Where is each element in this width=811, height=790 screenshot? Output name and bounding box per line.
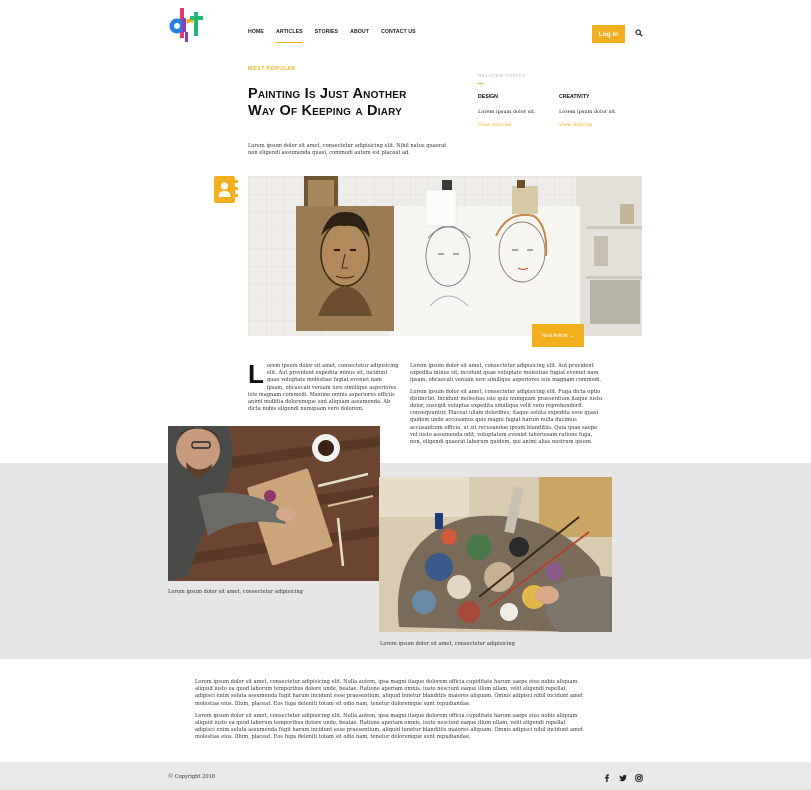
next-article-button[interactable]: Next Article →	[532, 324, 584, 347]
gallery-photo-palette[interactable]	[379, 477, 612, 632]
login-button[interactable]: Log In	[592, 25, 625, 43]
nav-contact-us[interactable]: CONTACT US	[381, 29, 416, 35]
twitter-icon[interactable]	[619, 774, 627, 782]
drop-cap: L	[248, 359, 264, 389]
instagram-icon[interactable]	[635, 774, 643, 782]
body-paragraph: Lorem ipsum dolor sit amet, consectetur …	[410, 388, 602, 446]
topic-desc: Lorem ipsum dolor sit.	[478, 109, 536, 115]
accent-divider	[478, 83, 483, 85]
nav-about[interactable]: ABOUT	[350, 29, 369, 35]
gallery-photo-sketching[interactable]	[168, 426, 380, 581]
contact-book-icon[interactable]	[214, 176, 238, 203]
nav-stories[interactable]: STORIES	[315, 29, 338, 35]
topic-title: CREATIVITY	[559, 94, 590, 100]
topic-design: DESIGN Lorem ipsum dolor sit. View Artic…	[478, 94, 558, 128]
search-icon[interactable]	[635, 29, 643, 37]
body-paragraph: Lorem ipsum dolor sit amet, consectetur …	[195, 712, 583, 741]
body-paragraph: Lorem ipsum dolor sit amet, consectetur …	[410, 363, 602, 384]
facebook-icon[interactable]	[603, 774, 611, 782]
hero-image	[248, 176, 642, 336]
body-column-left: L orem ipsum dolor sit amet, consectetur…	[248, 359, 400, 413]
related-topics-label: RELATED TOPICS	[478, 73, 527, 78]
article-continuation: Lorem ipsum dolor sit amet, consectetur …	[195, 679, 587, 742]
footer: © Copyright 2018	[0, 762, 811, 790]
art-logo[interactable]	[168, 6, 206, 44]
body-column-right: Lorem ipsum dolor sit amet, consectetur …	[410, 363, 602, 446]
article-title: Painting Is Just Another Way Of Keeping …	[248, 86, 407, 119]
nav-articles[interactable]: ARTICLES	[275, 29, 303, 43]
photo-caption: Lorem ipsum dolor sit amet, consectetur …	[380, 641, 515, 647]
topic-title: DESIGN	[478, 94, 498, 100]
copyright-text: © Copyright 2018	[168, 774, 216, 780]
main-nav: HOME ARTICLES STORIES ABOUT CONTACT US	[248, 29, 416, 43]
article-lede: Lorem ipsum dolor sit amet, consectetur …	[248, 143, 447, 156]
section-eyebrow: MOST POPULAR	[248, 66, 296, 72]
topic-desc: Lorem ipsum dolor sit.	[559, 109, 617, 115]
nav-home[interactable]: HOME	[248, 29, 264, 35]
view-articles-link[interactable]: View Articles	[478, 122, 558, 128]
topic-creativity: CREATIVITY Lorem ipsum dolor sit. View A…	[559, 94, 639, 128]
body-paragraph: orem ipsum dolor sit amet, consectetur a…	[248, 363, 399, 413]
body-paragraph: Lorem ipsum dolor sit amet, consectetur …	[195, 679, 583, 707]
photo-caption: Lorem ipsum dolor sit amet, consectetur …	[168, 589, 303, 595]
view-articles-link[interactable]: View Articles	[559, 122, 639, 128]
